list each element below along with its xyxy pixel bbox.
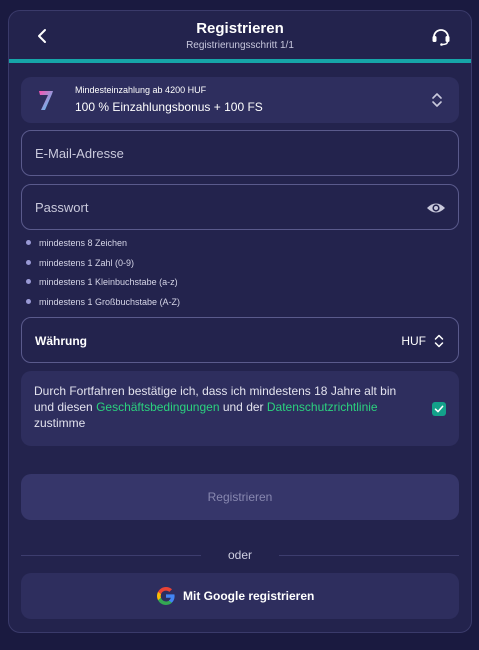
support-button[interactable] <box>429 24 453 48</box>
divider-line <box>279 555 459 556</box>
bonus-min-deposit: Mindesteinzahlung ab 4200 HUF <box>75 85 207 95</box>
header: Registrieren Registrierungsschritt 1/1 <box>9 11 471 59</box>
page-title: Registrieren <box>196 20 284 37</box>
password-field[interactable] <box>21 184 459 230</box>
bullet-icon <box>26 240 31 245</box>
google-icon <box>157 587 175 605</box>
google-register-button[interactable]: Mit Google registrieren <box>21 573 459 619</box>
currency-select[interactable]: Währung HUF <box>21 317 459 363</box>
password-rule: mindestens 1 Großbuchstabe (A-Z) <box>24 297 424 317</box>
bullet-icon <box>26 279 31 284</box>
terms-checkbox[interactable] <box>432 402 446 416</box>
chevron-updown-icon <box>432 93 442 107</box>
privacy-link[interactable]: Datenschutzrichtlinie <box>267 400 378 414</box>
eye-icon[interactable] <box>426 199 446 217</box>
chevron-updown-icon <box>434 334 444 348</box>
password-rule-text: mindestens 8 Zeichen <box>39 238 128 248</box>
step-progress-bar <box>9 59 471 63</box>
currency-value: HUF <box>401 334 426 348</box>
bonus-offer: 100 % Einzahlungsbonus + 100 FS <box>75 100 263 114</box>
terms-text: Durch Fortfahren bestätige ich, dass ich… <box>34 383 414 431</box>
seven-logo-icon <box>39 91 53 110</box>
register-button[interactable]: Registrieren <box>21 474 459 520</box>
check-icon <box>434 405 444 413</box>
terms-text-part: zustimme <box>34 416 86 430</box>
password-rule-text: mindestens 1 Kleinbuchstabe (a-z) <box>39 277 178 287</box>
bullet-icon <box>26 259 31 265</box>
headset-icon <box>432 29 450 46</box>
email-field[interactable] <box>21 130 459 176</box>
registration-panel: Registrieren Registrierungsschritt 1/1 M… <box>8 10 472 633</box>
terms-link[interactable]: Geschäftsbedingungen <box>96 400 219 414</box>
currency-label: Währung <box>35 334 87 348</box>
password-input[interactable] <box>22 185 458 229</box>
password-rule: mindestens 8 Zeichen <box>24 238 424 258</box>
password-rule: mindestens 1 Kleinbuchstabe (a-z) <box>24 277 424 297</box>
terms-box: Durch Fortfahren bestätige ich, dass ich… <box>21 371 459 446</box>
bullet-icon <box>26 298 31 304</box>
page-subtitle: Registrierungsschritt 1/1 <box>186 40 294 51</box>
email-input[interactable] <box>22 131 458 175</box>
terms-text-part: und der <box>219 400 267 414</box>
password-rule-text: mindestens 1 Großbuchstabe (A-Z) <box>39 296 181 307</box>
password-rules: mindestens 8 Zeichen mindestens 1 Zahl (… <box>24 238 424 316</box>
password-rule-text: mindestens 1 Zahl (0-9) <box>39 257 135 268</box>
or-divider: oder <box>21 548 459 564</box>
google-register-label: Mit Google registrieren <box>183 589 315 603</box>
bonus-selector[interactable]: Mindesteinzahlung ab 4200 HUF 100 % Einz… <box>21 77 459 123</box>
password-rule: mindestens 1 Zahl (0-9) <box>24 258 424 278</box>
